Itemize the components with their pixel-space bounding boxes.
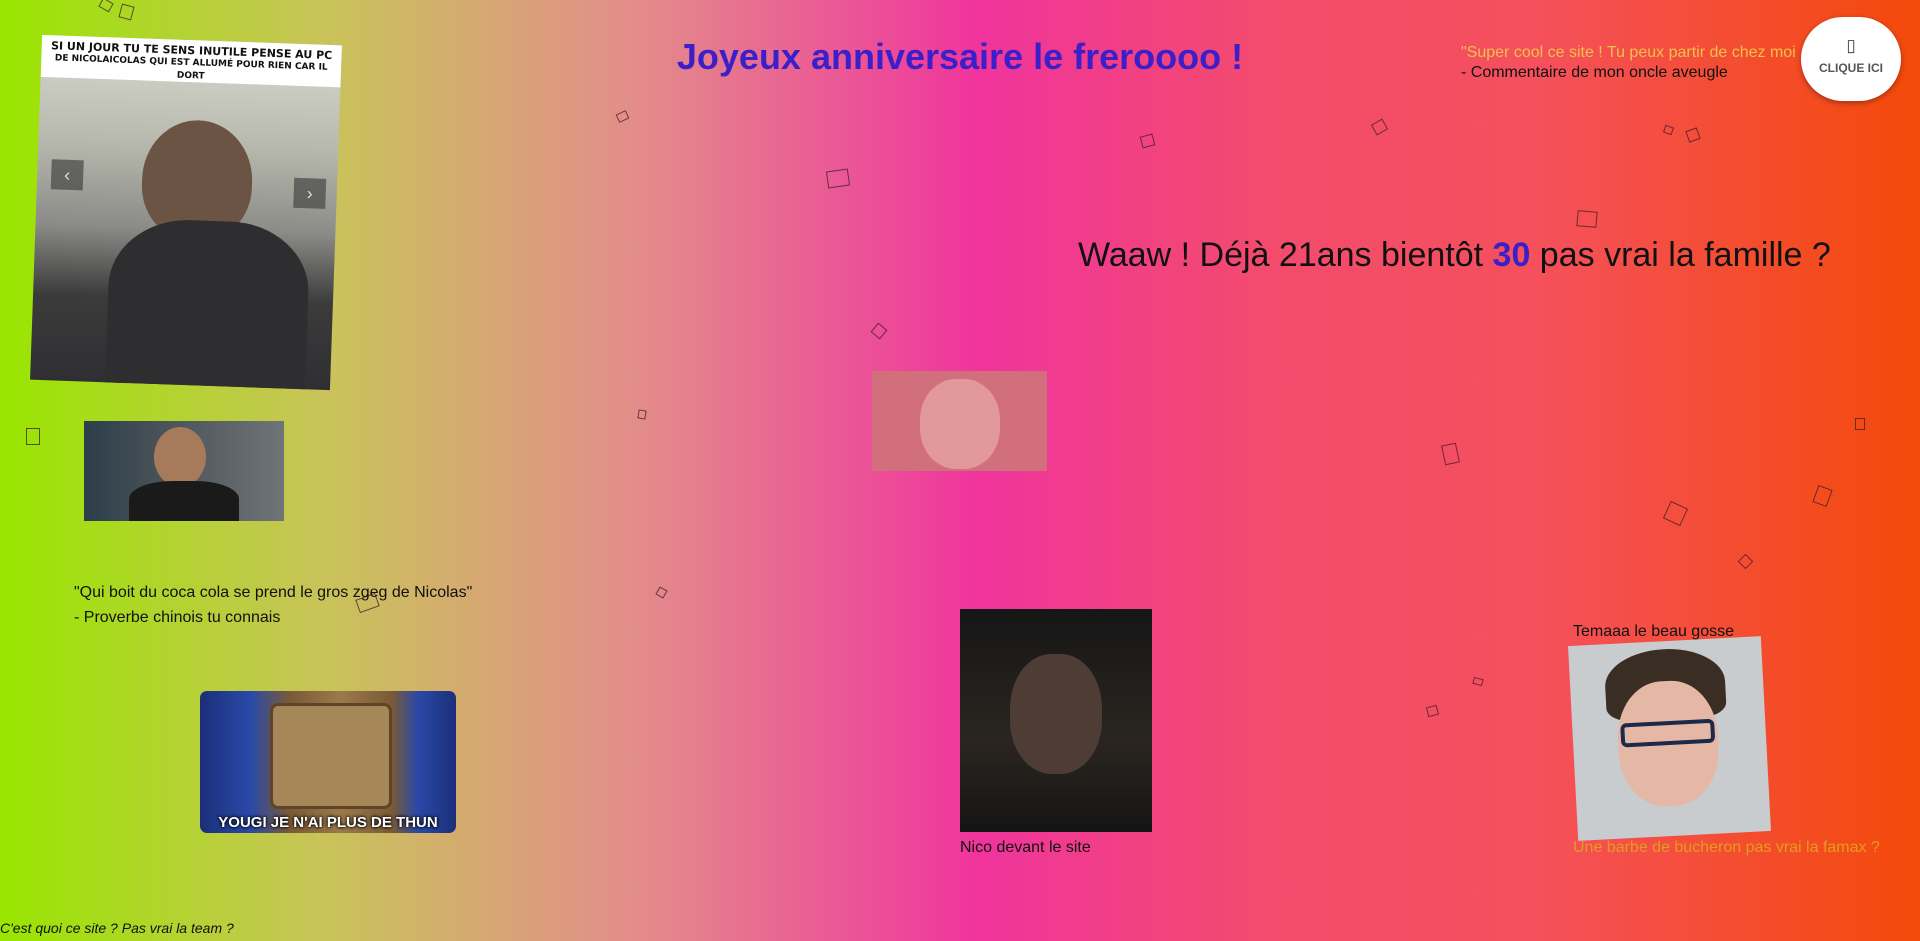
confetti xyxy=(870,322,888,340)
confetti xyxy=(1812,484,1833,508)
footer-text: C'est quoi ce site ? Pas vrai la team ? xyxy=(0,920,234,936)
confetti xyxy=(1576,210,1598,228)
clique-ici-button[interactable]: ▯ CLIQUE ICI xyxy=(1801,17,1901,101)
person-body xyxy=(104,217,311,391)
comment-quote: "Super cool ce site ! Tu peux partir de … xyxy=(1461,44,1801,61)
confetti xyxy=(1370,118,1389,136)
barbe-caption: Une barbe de bucheron pas vrai la famax … xyxy=(1573,839,1880,856)
faded-face-photo xyxy=(872,371,1047,471)
comment-author: - Commentaire de mon oncle aveugle xyxy=(1461,64,1728,81)
confetti xyxy=(98,0,114,13)
proverb: "Qui boit du coca cola se prend le gros … xyxy=(74,580,472,630)
temaaa-photo xyxy=(1568,636,1771,841)
confetti xyxy=(1425,704,1440,718)
square-icon: ▯ xyxy=(1846,36,1856,55)
confetti xyxy=(1737,553,1754,570)
face-shape xyxy=(154,427,206,487)
confetti xyxy=(637,409,647,420)
confetti xyxy=(1662,124,1675,136)
jacket-shape xyxy=(129,481,239,521)
confetti xyxy=(655,586,668,599)
photo-carousel: SI UN JOUR TU TE SENS INUTILE PENSE AU P… xyxy=(30,34,342,391)
age-headline: Waaw ! Déjà 21ans bientôt 30 pas vrai la… xyxy=(1078,236,1831,275)
nico-photo xyxy=(960,609,1152,832)
confetti xyxy=(1472,676,1484,687)
confetti xyxy=(1441,442,1460,466)
face-shape xyxy=(920,379,1000,469)
confetti xyxy=(825,168,851,189)
confetti xyxy=(1685,127,1701,143)
age-highlight: 30 xyxy=(1492,236,1531,274)
bald-man-photo xyxy=(84,421,284,521)
uncle-comment: "Super cool ce site ! Tu peux partir de … xyxy=(1461,43,1801,83)
hearthstone-gif: YOUGI JE N'AI PLUS DE THUN xyxy=(200,691,456,833)
board-shape xyxy=(270,703,392,809)
confetti xyxy=(1662,500,1689,527)
confetti xyxy=(1855,418,1865,430)
glasses-shape xyxy=(1620,718,1716,748)
face-shape xyxy=(1010,654,1102,774)
carousel-prev-button[interactable]: ‹ xyxy=(50,159,84,191)
proverb-quote: "Qui boit du coca cola se prend le gros … xyxy=(74,584,473,601)
age-suffix: pas vrai la famille ? xyxy=(1530,236,1831,274)
clique-ici-label: CLIQUE ICI xyxy=(1818,61,1883,75)
age-prefix: Waaw ! Déjà 21ans bientôt xyxy=(1078,236,1493,274)
confetti xyxy=(26,428,40,445)
nico-caption: Nico devant le site xyxy=(960,839,1091,856)
confetti xyxy=(1139,133,1156,149)
confetti xyxy=(615,110,630,123)
confetti xyxy=(118,3,135,21)
proverb-author: - Proverbe chinois tu connais xyxy=(74,609,281,626)
gif-caption: YOUGI JE N'AI PLUS DE THUN xyxy=(218,814,438,831)
carousel-next-button[interactable]: › xyxy=(293,177,327,209)
